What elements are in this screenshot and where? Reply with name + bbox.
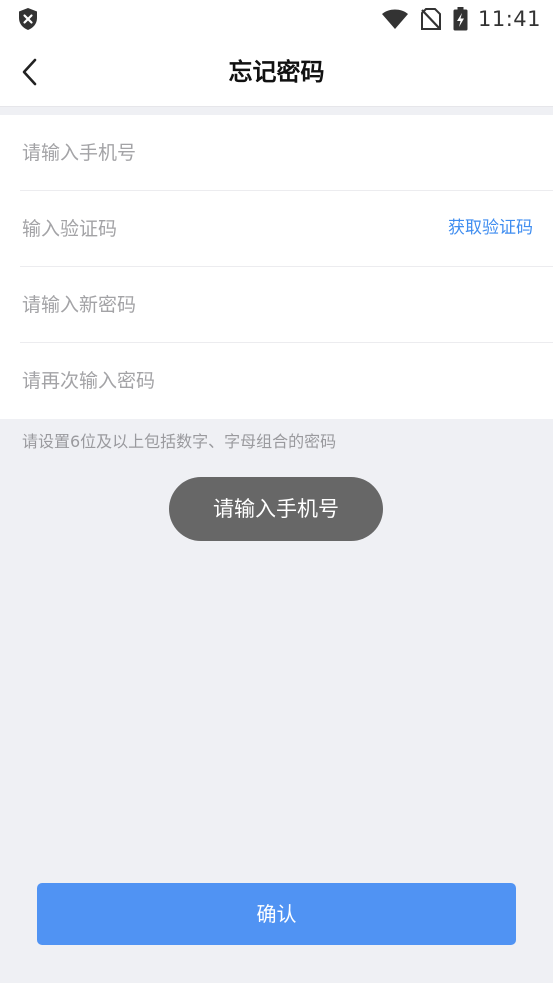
verification-code-input[interactable]: [20, 191, 400, 266]
code-row: 获取验证码: [20, 191, 553, 267]
password-reset-form: 获取验证码: [0, 115, 553, 419]
confirm-button[interactable]: 确认: [37, 883, 516, 945]
page-title: 忘记密码: [228, 58, 325, 86]
status-time: 11:41: [477, 7, 541, 31]
new-password-row: [20, 267, 553, 343]
phone-input[interactable]: [20, 115, 553, 190]
phone-row: [20, 115, 553, 191]
wifi-icon: [381, 8, 409, 30]
status-icons: 11:41: [381, 4, 541, 34]
battery-charging-icon: [453, 7, 468, 31]
new-password-input[interactable]: [20, 267, 553, 342]
no-sim-icon: [420, 8, 441, 30]
get-code-button[interactable]: 获取验证码: [448, 191, 533, 266]
navigation-bar: 忘记密码: [0, 38, 553, 107]
confirm-password-row: [20, 343, 553, 419]
toast-message: 请输入手机号: [169, 477, 383, 541]
confirm-password-input[interactable]: [20, 343, 553, 418]
status-bar: 11:41: [0, 0, 553, 38]
password-hint: 请设置6位及以上包括数字、字母组合的密码: [22, 432, 337, 451]
shield-x-icon: [17, 7, 39, 31]
